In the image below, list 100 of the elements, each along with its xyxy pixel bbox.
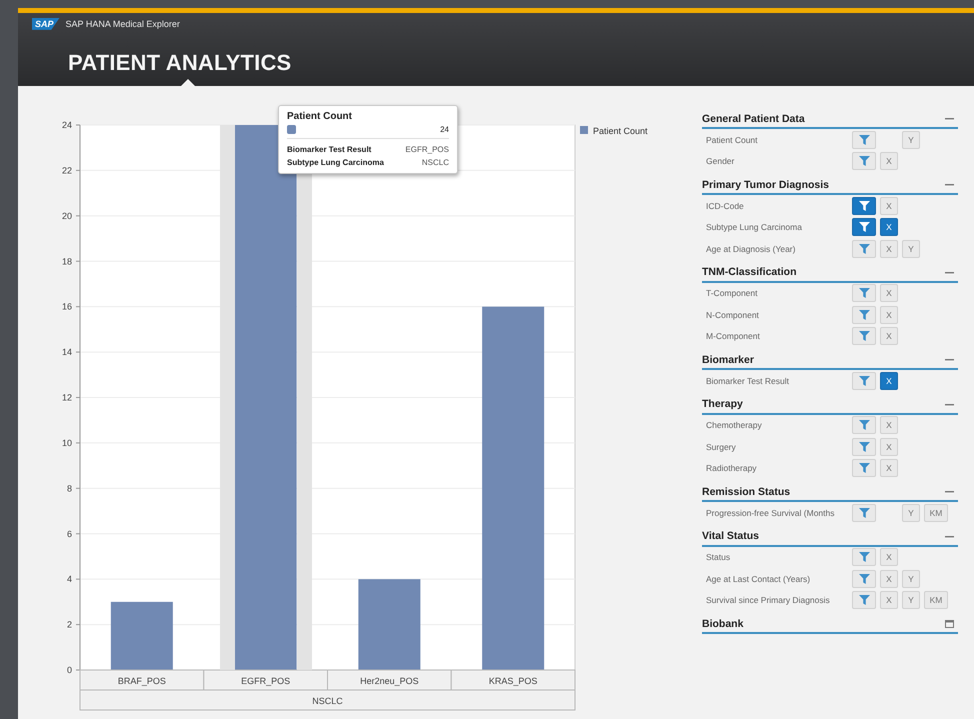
- section-title: TNM-Classification: [702, 266, 797, 278]
- y-axis-label: 8: [66, 483, 72, 494]
- attribute-label: Status: [706, 552, 732, 562]
- filter-icon: [858, 595, 870, 606]
- attribute-label: Survival since Primary Diagnosis: [706, 595, 831, 606]
- y-axis-label: 4: [66, 574, 72, 584]
- y-axis-label: 12: [62, 392, 72, 402]
- filter-button[interactable]: [852, 218, 876, 236]
- filter-icon: [858, 376, 870, 386]
- expand-icon[interactable]: [945, 620, 954, 628]
- filter-icon: [858, 222, 870, 232]
- y-axis-label: 6: [66, 528, 72, 539]
- x-axis-label: BRAF_POS: [118, 676, 166, 686]
- section-title: Therapy: [702, 398, 743, 410]
- attribute-label: N-Component: [706, 310, 760, 320]
- legend-swatch: [580, 126, 588, 134]
- x-axis-label: KRAS_POS: [488, 676, 538, 686]
- tooltip-label: Subtype Lung Carcinoma: [287, 157, 384, 169]
- filter-icon: [858, 310, 870, 320]
- collapse-icon[interactable]: [945, 358, 954, 361]
- filter-icon: [858, 331, 870, 342]
- section-title: Biomarker: [702, 354, 754, 366]
- collapse-icon[interactable]: [945, 183, 954, 186]
- attribute-label: Patient Count: [706, 134, 759, 145]
- filter-icon: [858, 420, 870, 430]
- x-axis-button[interactable]: X: [880, 459, 898, 478]
- attribute-label: Chemotherapy: [706, 420, 763, 430]
- x-axis-button[interactable]: X: [880, 306, 898, 324]
- filter-icon: [858, 442, 870, 452]
- filter-icon: [858, 463, 870, 474]
- collapse-icon[interactable]: [945, 402, 954, 406]
- x-axis-button[interactable]: X: [880, 240, 898, 258]
- x-axis-button[interactable]: X: [880, 327, 898, 346]
- filter-icon: [858, 552, 870, 562]
- attribute-label: Age at Last Contact (Years): [706, 574, 812, 584]
- km-axis-button[interactable]: KM: [924, 504, 948, 522]
- x-axis-button[interactable]: X: [880, 372, 898, 390]
- tooltip-detail-value: NSCLC: [422, 157, 449, 169]
- section-title: General Patient Data: [702, 112, 805, 124]
- x-axis-button[interactable]: X: [880, 152, 898, 170]
- y-axis-button[interactable]: Y: [902, 240, 920, 258]
- attribute-label: Gender: [706, 156, 736, 166]
- filter-icon: [858, 134, 870, 145]
- filter-icon: [858, 156, 870, 166]
- x-axis-button[interactable]: X: [880, 218, 898, 236]
- section-title: Biobank: [702, 618, 744, 630]
- collapse-icon[interactable]: [945, 270, 954, 274]
- x-axis-button[interactable]: X: [880, 284, 898, 302]
- app-name: SAP HANA Medical Explorer: [66, 18, 180, 29]
- y-axis-label: 24: [62, 120, 72, 130]
- series-swatch: [287, 125, 296, 134]
- filter-button[interactable]: [852, 196, 876, 215]
- filter-icon: [858, 244, 870, 254]
- attribute-label: Surgery: [706, 442, 737, 452]
- tooltip-value: 24: [440, 125, 449, 134]
- page-title: PATIENT ANALYTICS: [68, 50, 292, 76]
- filter-icon: [858, 508, 870, 518]
- filter-icon: [858, 574, 870, 584]
- y-axis-label: 2: [66, 620, 72, 630]
- y-axis-button[interactable]: Y: [902, 570, 920, 588]
- tooltip-detail-value: EGFR_POS: [405, 144, 449, 156]
- collapse-icon[interactable]: [945, 490, 954, 493]
- collapse-icon[interactable]: [945, 534, 954, 538]
- section-title: Primary Tumor Diagnosis: [702, 178, 830, 190]
- attribute-label: Subtype Lung Carcinoma: [706, 222, 803, 232]
- y-axis-button[interactable]: Y: [902, 591, 920, 610]
- y-axis-label: 18: [62, 256, 72, 266]
- attribute-label: T-Component: [706, 288, 758, 298]
- km-axis-button[interactable]: KM: [924, 591, 948, 610]
- x-axis-button[interactable]: X: [880, 570, 898, 588]
- y-axis-label: 16: [62, 302, 72, 312]
- attribute-label: Biomarker Test Result: [706, 376, 790, 386]
- filter-icon: [858, 200, 870, 211]
- x-axis-label: EGFR_POS: [241, 676, 290, 686]
- tooltip-title: Patient Count: [287, 111, 353, 122]
- y-axis-label: 20: [62, 210, 72, 221]
- bar[interactable]: [110, 602, 173, 670]
- x-axis-button[interactable]: X: [880, 548, 898, 566]
- x-axis-button[interactable]: X: [880, 591, 898, 610]
- tooltip-label: Biomarker Test Result: [287, 144, 372, 156]
- group-label: NSCLC: [312, 696, 343, 706]
- y-axis-label: 10: [62, 438, 72, 448]
- attribute-label: Radiotherapy: [706, 463, 758, 474]
- x-axis-label: Her2neu_POS: [360, 676, 419, 686]
- legend-label: Patient Count: [593, 126, 648, 136]
- attribute-label: ICD-Code: [706, 200, 745, 211]
- x-axis-button[interactable]: X: [880, 196, 898, 215]
- collapse-icon[interactable]: [945, 117, 954, 120]
- x-axis-button[interactable]: X: [880, 438, 898, 456]
- attribute-label: Age at Diagnosis (Year): [706, 244, 796, 254]
- sap-logo: SAP: [32, 18, 60, 30]
- attribute-label: Progression-free Survival (Months: [706, 508, 836, 518]
- y-axis-label: 0: [66, 665, 72, 675]
- y-axis-label: 14: [62, 347, 72, 358]
- y-axis-button[interactable]: Y: [902, 130, 920, 149]
- section-title: Vital Status: [702, 530, 759, 542]
- x-axis-button[interactable]: X: [880, 416, 898, 434]
- y-axis-button[interactable]: Y: [902, 504, 920, 522]
- y-axis-label: 22: [62, 165, 72, 176]
- section-title: Remission Status: [702, 486, 790, 498]
